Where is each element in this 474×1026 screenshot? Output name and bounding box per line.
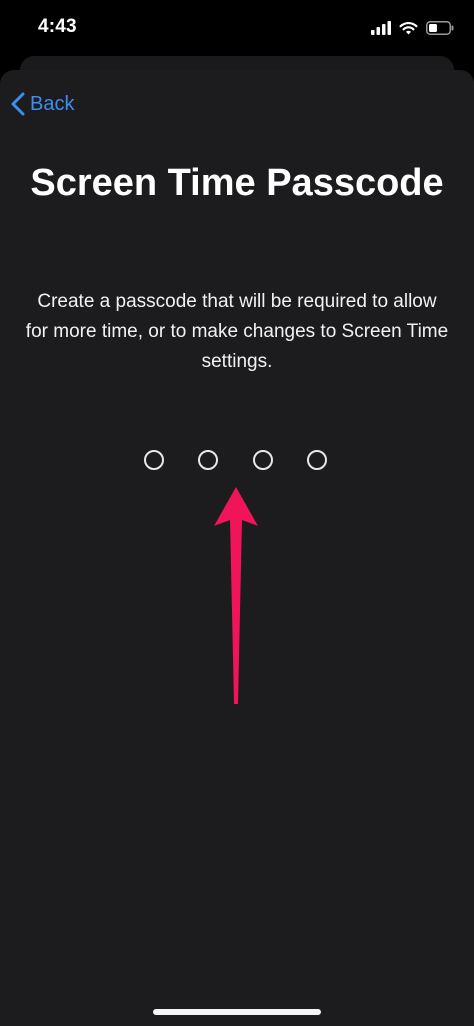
page-title: Screen Time Passcode — [30, 162, 444, 204]
back-button[interactable]: Back — [10, 90, 74, 118]
cellular-signal-icon — [371, 21, 391, 35]
home-indicator[interactable] — [153, 1009, 321, 1015]
passcode-dot — [253, 450, 273, 470]
wifi-icon — [399, 22, 418, 35]
page-description: Create a passcode that will be required … — [25, 291, 449, 372]
passcode-dot — [307, 450, 327, 470]
status-bar: 4:43 — [0, 0, 474, 58]
modal-sheet — [0, 70, 474, 1026]
passcode-dots[interactable] — [0, 450, 474, 474]
status-icons — [371, 18, 454, 38]
passcode-dot — [198, 450, 218, 470]
chevron-left-icon — [11, 92, 25, 116]
back-button-label: Back — [30, 92, 75, 115]
battery-icon — [426, 21, 454, 35]
status-time: 4:43 — [38, 16, 77, 37]
passcode-dot — [144, 450, 164, 470]
